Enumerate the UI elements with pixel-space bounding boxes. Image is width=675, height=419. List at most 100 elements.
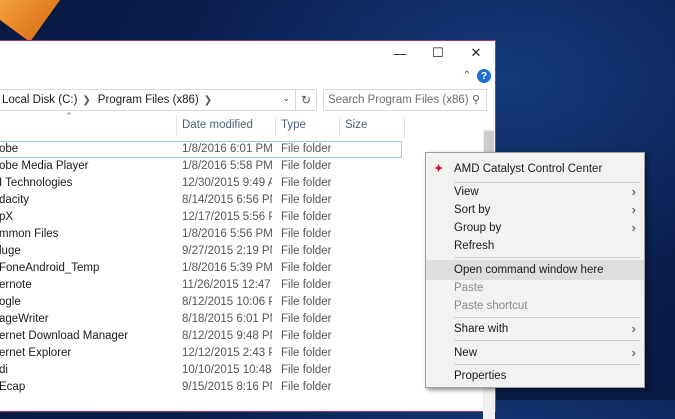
file-date: 1/8/2016 5:58 PM bbox=[182, 160, 272, 172]
expand-ribbon-icon[interactable]: ⌃ bbox=[463, 70, 471, 81]
table-row[interactable]: FoneAndroid_Temp 1/8/2016 5:39 PM File f… bbox=[0, 260, 481, 277]
menu-item-label: New bbox=[454, 347, 478, 359]
menu-item-open-command-window[interactable]: Open command window here bbox=[426, 260, 644, 280]
menu-item-label: Group by bbox=[454, 222, 502, 234]
title-bar: — ☐ ✕ bbox=[0, 41, 495, 65]
menu-item-properties[interactable]: Properties bbox=[426, 366, 644, 386]
column-divider[interactable] bbox=[404, 115, 405, 137]
file-explorer-window: — ☐ ✕ ⌃ ? Local Disk (C:) ❯ Program File… bbox=[0, 40, 496, 419]
column-divider[interactable] bbox=[275, 115, 276, 137]
table-row[interactable]: ernet Download Manager 8/12/2015 9:48 PM… bbox=[0, 328, 481, 345]
submenu-chevron-icon: › bbox=[631, 220, 636, 235]
file-type: File folder bbox=[281, 194, 332, 206]
file-date: 1/8/2016 6:01 PM bbox=[182, 143, 272, 155]
file-name: ernet Explorer bbox=[0, 347, 72, 359]
file-name: di bbox=[0, 364, 8, 376]
sort-ascending-icon: ⌃ bbox=[65, 111, 73, 121]
file-date: 12/12/2015 2:43 PM bbox=[182, 347, 272, 359]
column-header-type[interactable]: Type bbox=[281, 119, 306, 137]
menu-item-refresh[interactable]: Refresh bbox=[426, 236, 644, 256]
menu-item-paste-shortcut[interactable]: Paste shortcut bbox=[426, 296, 644, 316]
table-row[interactable]: obe 1/8/2016 6:01 PM File folder bbox=[0, 141, 402, 158]
refresh-icon: ↻ bbox=[300, 93, 312, 107]
menu-item-group-by[interactable]: Group by › bbox=[426, 218, 644, 238]
table-row[interactable]: ageWriter 8/18/2015 6:01 PM File folder bbox=[0, 311, 481, 328]
file-name: mmon Files bbox=[0, 228, 59, 240]
file-name: obe Media Player bbox=[0, 160, 89, 172]
menu-item-sort-by[interactable]: Sort by › bbox=[426, 200, 644, 220]
file-type: File folder bbox=[281, 177, 332, 189]
file-date: 1/8/2016 5:56 PM bbox=[182, 228, 272, 240]
breadcrumb-separator-icon[interactable]: ❯ bbox=[204, 95, 212, 106]
table-row[interactable]: obe Media Player 1/8/2016 5:58 PM File f… bbox=[0, 158, 481, 175]
file-type: File folder bbox=[281, 381, 332, 393]
menu-item-label: Open command window here bbox=[454, 264, 604, 276]
file-date: 8/18/2015 6:01 PM bbox=[182, 313, 272, 325]
file-name: FoneAndroid_Temp bbox=[0, 262, 100, 274]
menu-item-amd-catalyst[interactable]: ✦ AMD Catalyst Control Center bbox=[426, 159, 644, 179]
address-bar[interactable]: Local Disk (C:) ❯ Program Files (x86) ❯ … bbox=[0, 89, 317, 111]
table-row[interactable]: Ecap 9/15/2015 8:16 PM File folder bbox=[0, 379, 481, 396]
close-button[interactable]: ✕ bbox=[457, 41, 495, 65]
file-date: 9/15/2015 8:16 PM bbox=[182, 381, 272, 393]
table-row[interactable]: pX 12/17/2015 5:56 PM File folder bbox=[0, 209, 481, 226]
submenu-chevron-icon: › bbox=[631, 321, 636, 336]
file-type: File folder bbox=[281, 262, 332, 274]
breadcrumb-separator-icon[interactable]: ❯ bbox=[82, 95, 90, 106]
menu-item-view[interactable]: View › bbox=[426, 182, 644, 202]
search-input[interactable]: Search Program Files (x86) ⚲ bbox=[323, 89, 487, 111]
submenu-chevron-icon: › bbox=[631, 202, 636, 217]
file-date: 9/27/2015 2:19 PM bbox=[182, 245, 272, 257]
file-name: ageWriter bbox=[0, 313, 49, 325]
table-row[interactable]: ernote 11/26/2015 12:47 ... File folder bbox=[0, 277, 481, 294]
maximize-button[interactable]: ☐ bbox=[419, 41, 457, 65]
menu-separator bbox=[454, 340, 640, 341]
table-row[interactable]: dacity 8/14/2015 6:56 PM File folder bbox=[0, 192, 481, 209]
minimize-button[interactable]: — bbox=[381, 41, 419, 65]
file-date: 12/17/2015 5:56 PM bbox=[182, 211, 272, 223]
submenu-chevron-icon: › bbox=[631, 184, 636, 199]
menu-item-share-with[interactable]: Share with › bbox=[426, 319, 644, 339]
file-date: 10/10/2015 10:48 ... bbox=[182, 364, 272, 376]
help-icon[interactable]: ? bbox=[477, 69, 491, 83]
file-name: ernote bbox=[0, 279, 32, 291]
menu-item-label: Paste shortcut bbox=[454, 300, 528, 312]
file-type: File folder bbox=[281, 296, 332, 308]
file-type: File folder bbox=[281, 313, 332, 325]
file-name: ernet Download Manager bbox=[0, 330, 129, 342]
menu-item-label: Sort by bbox=[454, 204, 491, 216]
menu-item-paste[interactable]: Paste bbox=[426, 278, 644, 298]
file-type: File folder bbox=[281, 347, 332, 359]
table-row[interactable]: ernet Explorer 12/12/2015 2:43 PM File f… bbox=[0, 345, 481, 362]
column-header-date-modified[interactable]: Date modified bbox=[182, 119, 253, 137]
column-divider[interactable] bbox=[176, 115, 177, 137]
context-menu: ✦ AMD Catalyst Control Center View › Sor… bbox=[425, 152, 645, 388]
menu-item-label: Share with bbox=[454, 323, 509, 335]
file-type: File folder bbox=[281, 364, 332, 376]
table-row[interactable]: I Technologies 12/30/2015 9:49 AM File f… bbox=[0, 175, 481, 192]
menu-item-label: Properties bbox=[454, 370, 507, 382]
breadcrumb-program-files-x86[interactable]: Program Files (x86) bbox=[98, 94, 199, 106]
file-type: File folder bbox=[281, 160, 332, 172]
file-date: 12/30/2015 9:49 AM bbox=[182, 177, 272, 189]
column-divider[interactable] bbox=[339, 115, 340, 137]
menu-item-label: View bbox=[454, 186, 479, 198]
refresh-button[interactable]: ↻ bbox=[295, 89, 317, 111]
menu-item-new[interactable]: New › bbox=[426, 343, 644, 363]
file-date: 11/26/2015 12:47 ... bbox=[182, 279, 272, 291]
table-row[interactable]: ogle 8/12/2015 10:06 PM File folder bbox=[0, 294, 481, 311]
search-placeholder: Search Program Files (x86) bbox=[328, 94, 469, 106]
table-row[interactable]: di 10/10/2015 10:48 ... File folder bbox=[0, 362, 481, 379]
table-row[interactable]: mmon Files 1/8/2016 5:56 PM File folder bbox=[0, 226, 481, 243]
menu-separator bbox=[454, 317, 640, 318]
menu-item-label: AMD Catalyst Control Center bbox=[454, 163, 603, 175]
file-type: File folder bbox=[281, 143, 332, 155]
table-row[interactable]: luge 9/27/2015 2:19 PM File folder bbox=[0, 243, 481, 260]
breadcrumb-local-disk[interactable]: Local Disk (C:) bbox=[2, 94, 77, 106]
file-name: I Technologies bbox=[0, 177, 73, 189]
file-name: Ecap bbox=[0, 381, 26, 393]
column-header-size[interactable]: Size bbox=[345, 119, 367, 137]
address-dropdown-icon[interactable]: ⌄ bbox=[282, 93, 290, 104]
file-type: File folder bbox=[281, 279, 332, 291]
file-name: ogle bbox=[0, 296, 21, 308]
